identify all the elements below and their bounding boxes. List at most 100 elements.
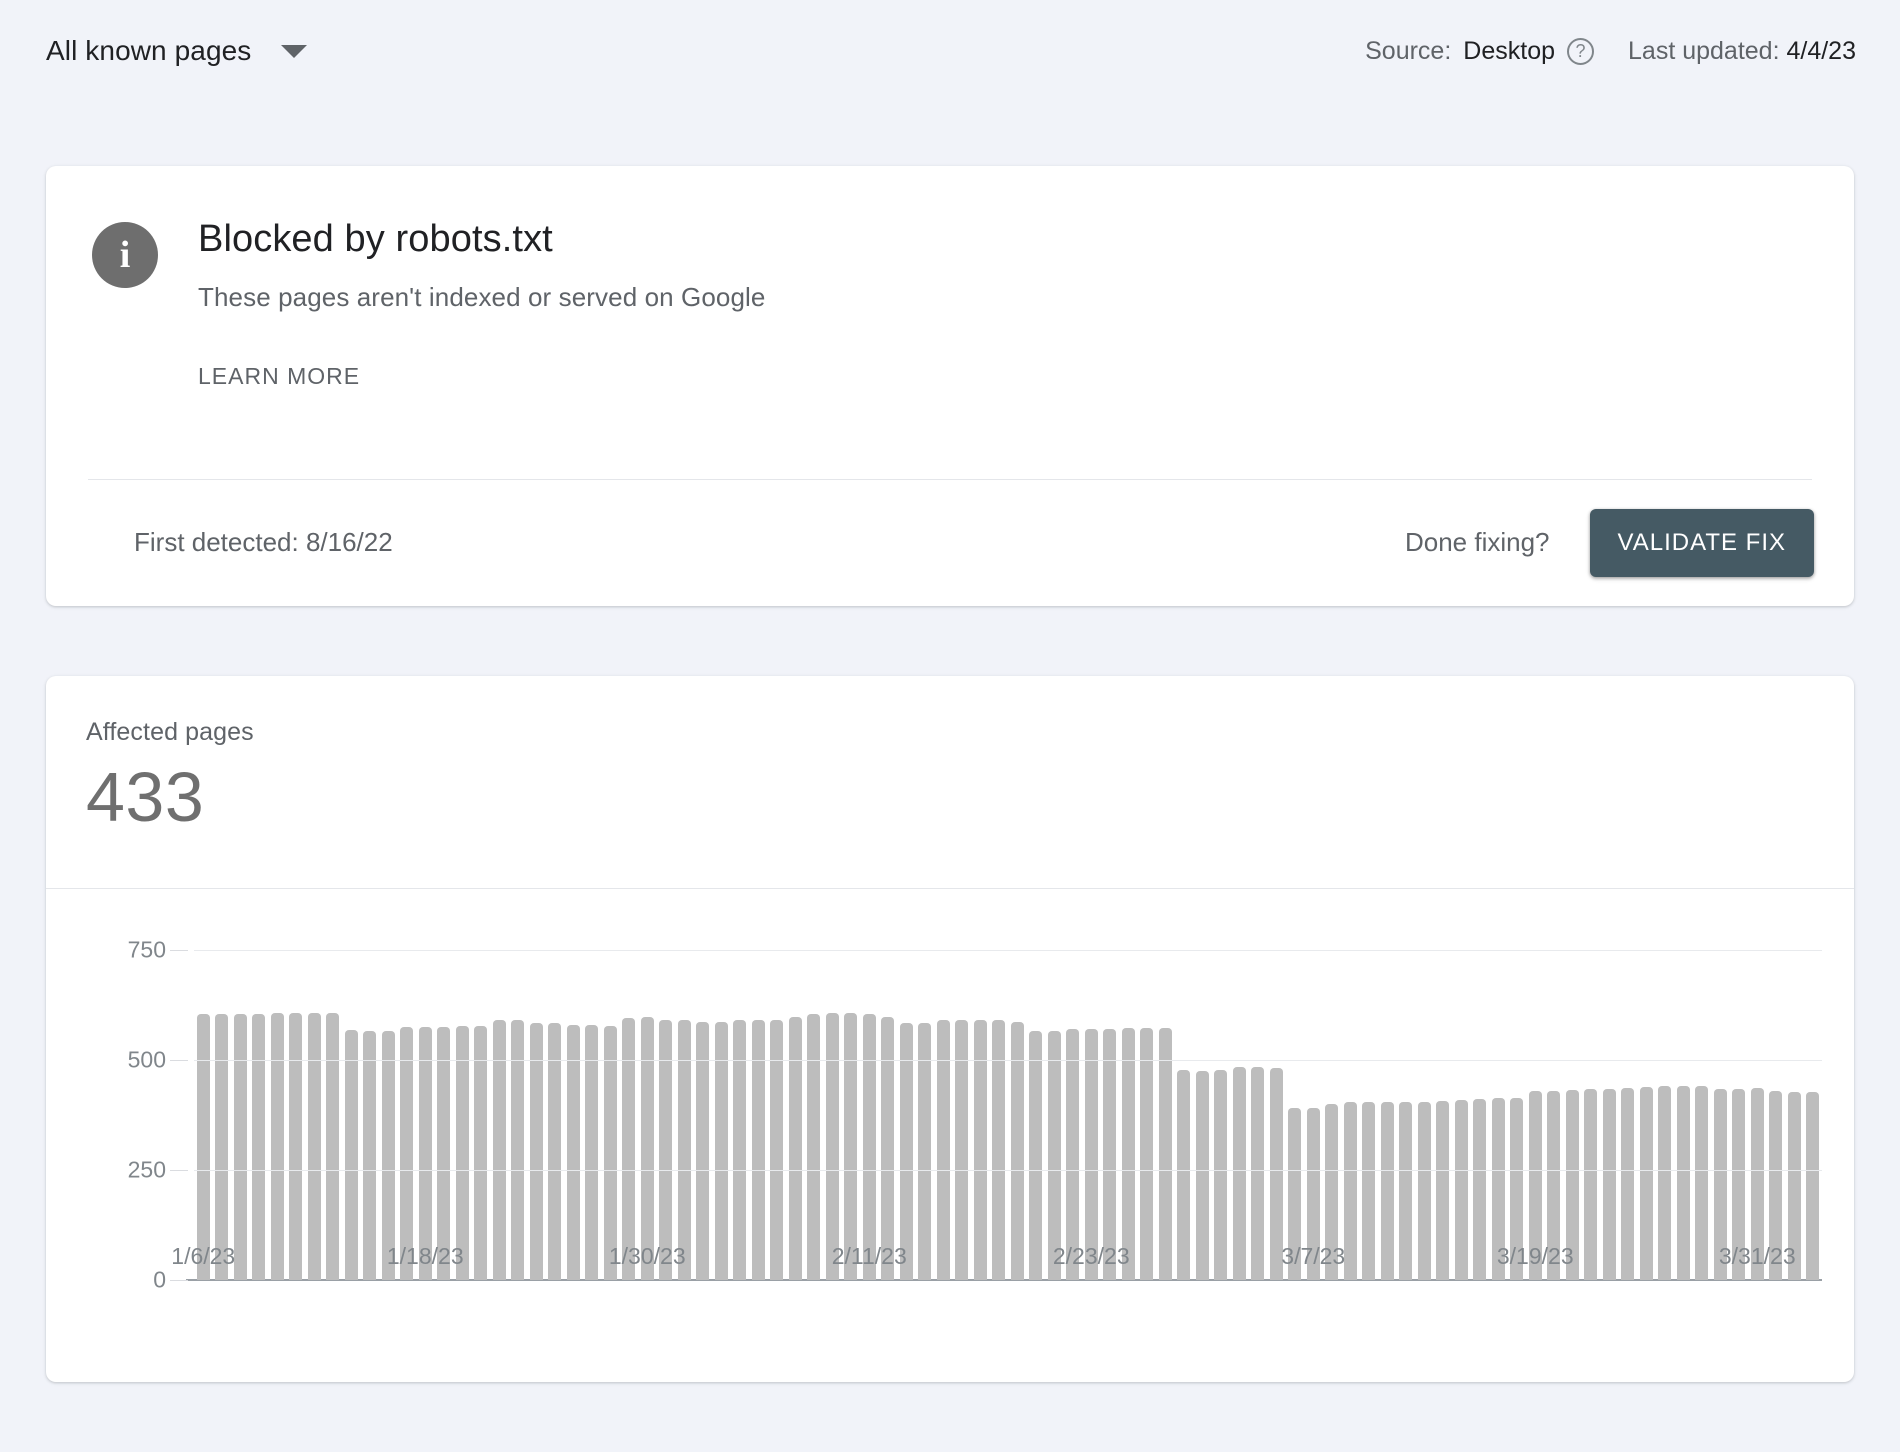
chart-bar[interactable]: [1177, 1070, 1190, 1280]
chart-bar-slot[interactable]: [305, 950, 324, 1280]
chart-bar-slot[interactable]: [786, 950, 805, 1280]
chart-bar-slot[interactable]: [916, 950, 935, 1280]
chart-bar-slot[interactable]: [1360, 950, 1379, 1280]
chart-bar-slot[interactable]: [1804, 950, 1823, 1280]
chart-bar-slot[interactable]: [509, 950, 528, 1280]
chart-bar-slot[interactable]: [194, 950, 213, 1280]
chart-bar-slot[interactable]: [712, 950, 731, 1280]
chevron-down-icon[interactable]: [281, 45, 307, 58]
chart-bar-slot[interactable]: [620, 950, 639, 1280]
chart-bar[interactable]: [1399, 1102, 1412, 1280]
chart-bar-slot[interactable]: [1027, 950, 1046, 1280]
chart-bar[interactable]: [770, 1020, 783, 1280]
chart-bar[interactable]: [1473, 1099, 1486, 1280]
chart-bar-slot[interactable]: [1119, 950, 1138, 1280]
chart-bar[interactable]: [807, 1014, 820, 1280]
chart-bar-slot[interactable]: [1711, 950, 1730, 1280]
chart-bar[interactable]: [1603, 1089, 1616, 1280]
chart-bar-slot[interactable]: [1175, 950, 1194, 1280]
chart-bar-slot[interactable]: [213, 950, 232, 1280]
chart-bar[interactable]: [289, 1013, 302, 1280]
chart-bar-slot[interactable]: [601, 950, 620, 1280]
chart-bar-slot[interactable]: [1212, 950, 1231, 1280]
chart-bar-slot[interactable]: [1156, 950, 1175, 1280]
chart-bar-slot[interactable]: [1397, 950, 1416, 1280]
chart-bar[interactable]: [1436, 1101, 1449, 1280]
chart-bar-slot[interactable]: [1526, 950, 1545, 1280]
chart-bar-slot[interactable]: [435, 950, 454, 1280]
chart-bar-slot[interactable]: [1323, 950, 1342, 1280]
chart-bar-slot[interactable]: [657, 950, 676, 1280]
chart-bar-slot[interactable]: [564, 950, 583, 1280]
chart-bar-slot[interactable]: [675, 950, 694, 1280]
chart-bar[interactable]: [641, 1017, 654, 1280]
chart-bar-slot[interactable]: [379, 950, 398, 1280]
chart-bar[interactable]: [1806, 1092, 1819, 1280]
chart-bar[interactable]: [604, 1026, 617, 1280]
chart-bar-slot[interactable]: [1563, 950, 1582, 1280]
chart-bar-slot[interactable]: [897, 950, 916, 1280]
chart-bar-slot[interactable]: [1748, 950, 1767, 1280]
chart-bar[interactable]: [1418, 1102, 1431, 1280]
chart-bar[interactable]: [1029, 1031, 1042, 1280]
chart-bar-slot[interactable]: [953, 950, 972, 1280]
chart-bar[interactable]: [844, 1013, 857, 1280]
chart-bar-slot[interactable]: [398, 950, 417, 1280]
chart-bar-slot[interactable]: [1600, 950, 1619, 1280]
chart-bar[interactable]: [1677, 1086, 1690, 1280]
chart-bar-slot[interactable]: [1415, 950, 1434, 1280]
chart-bar-slot[interactable]: [1008, 950, 1027, 1280]
chart-bar[interactable]: [1695, 1086, 1708, 1280]
chart-bar-slot[interactable]: [971, 950, 990, 1280]
chart-bar[interactable]: [567, 1025, 580, 1280]
chart-bar[interactable]: [1159, 1028, 1172, 1280]
chart-bar[interactable]: [937, 1020, 950, 1280]
chart-bar[interactable]: [1381, 1102, 1394, 1280]
chart-bar-slot[interactable]: [1378, 950, 1397, 1280]
chart-bar-slot[interactable]: [842, 950, 861, 1280]
chart-bar-slot[interactable]: [1064, 950, 1083, 1280]
chart-bar-slot[interactable]: [342, 950, 361, 1280]
chart-bar[interactable]: [1344, 1102, 1357, 1280]
chart-bar-slot[interactable]: [860, 950, 879, 1280]
chart-bar[interactable]: [1455, 1100, 1468, 1280]
chart-bar-slot[interactable]: [231, 950, 250, 1280]
chart-bar-slot[interactable]: [324, 950, 343, 1280]
chart-bar-slot[interactable]: [1637, 950, 1656, 1280]
chart-bar[interactable]: [622, 1018, 635, 1280]
chart-bar[interactable]: [197, 1014, 210, 1280]
chart-bar[interactable]: [1362, 1102, 1375, 1280]
chart-bar[interactable]: [1140, 1028, 1153, 1280]
chart-bar-slot[interactable]: [1249, 950, 1268, 1280]
chart-bar-slot[interactable]: [990, 950, 1009, 1280]
chart-bar-slot[interactable]: [1267, 950, 1286, 1280]
chart-bar-slot[interactable]: [638, 950, 657, 1280]
chart-bar[interactable]: [548, 1023, 561, 1280]
chart-bar[interactable]: [863, 1014, 876, 1280]
chart-bar[interactable]: [1640, 1087, 1653, 1280]
chart-bar[interactable]: [955, 1020, 968, 1280]
chart-bar-slot[interactable]: [1785, 950, 1804, 1280]
chart-bar-slot[interactable]: [1341, 950, 1360, 1280]
chart-bar-slot[interactable]: [1674, 950, 1693, 1280]
chart-bar-slot[interactable]: [527, 950, 546, 1280]
chart-bar-slot[interactable]: [1730, 950, 1749, 1280]
chart-bar[interactable]: [1214, 1070, 1227, 1280]
chart-bar[interactable]: [1196, 1071, 1209, 1280]
chart-bar-slot[interactable]: [250, 950, 269, 1280]
chart-bar-slot[interactable]: [1545, 950, 1564, 1280]
chart-bar[interactable]: [456, 1026, 469, 1280]
chart-bar[interactable]: [474, 1026, 487, 1280]
chart-bar[interactable]: [1233, 1067, 1246, 1280]
chart-bar-slot[interactable]: [879, 950, 898, 1280]
chart-bar[interactable]: [345, 1030, 358, 1280]
chart-bar-slot[interactable]: [1489, 950, 1508, 1280]
chart-bar-slot[interactable]: [749, 950, 768, 1280]
chart-bar[interactable]: [1658, 1086, 1671, 1280]
chart-bar-slot[interactable]: [1138, 950, 1157, 1280]
chart-bar-slot[interactable]: [416, 950, 435, 1280]
chart-bar-slot[interactable]: [1508, 950, 1527, 1280]
chart-bar[interactable]: [252, 1014, 265, 1280]
chart-bar-slot[interactable]: [768, 950, 787, 1280]
chart-bar[interactable]: [789, 1017, 802, 1280]
